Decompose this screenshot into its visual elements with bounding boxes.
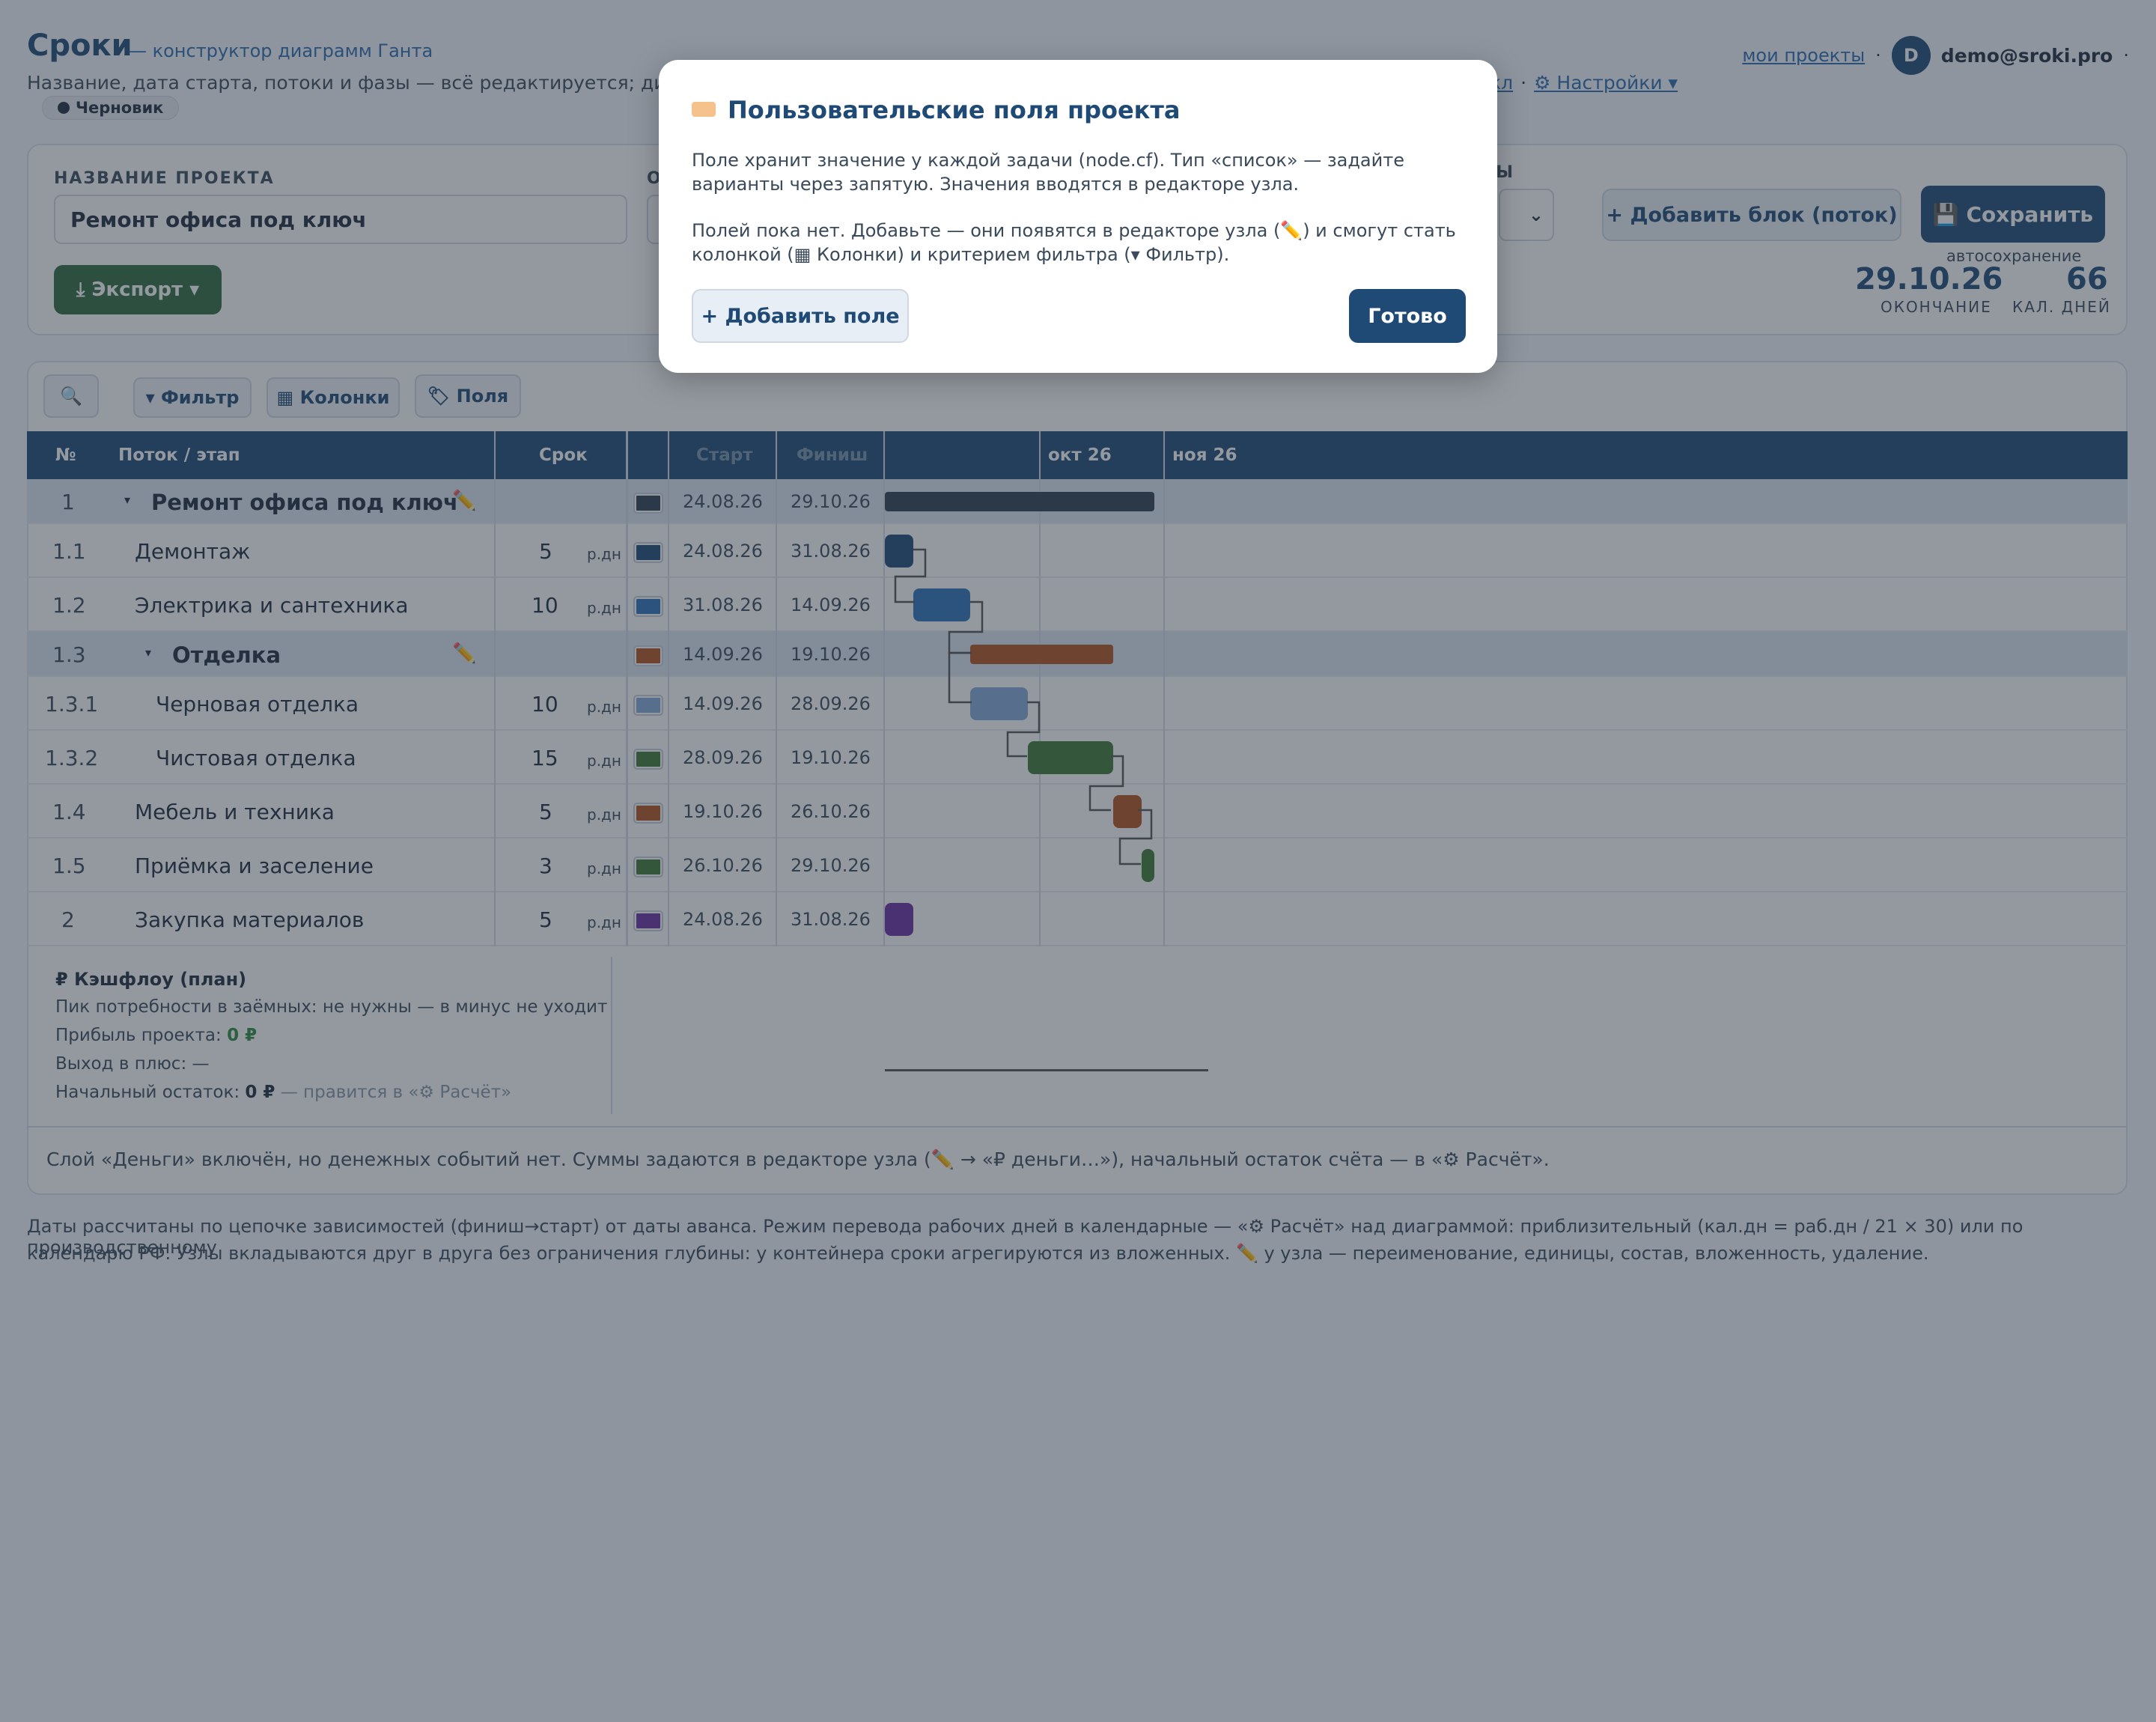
- add-field-button[interactable]: + Добавить поле: [692, 289, 909, 343]
- done-button[interactable]: Готово: [1349, 289, 1466, 343]
- tag-icon: [692, 102, 716, 117]
- modal-empty-state: Полей пока нет. Добавьте — они появятся …: [692, 220, 1456, 265]
- modal-description: Поле хранит значение у каждой задачи (no…: [692, 150, 1404, 195]
- modal-title: Пользовательские поля проекта: [728, 96, 1181, 124]
- custom-fields-modal: Пользовательские поля проекта Поле храни…: [659, 60, 1497, 373]
